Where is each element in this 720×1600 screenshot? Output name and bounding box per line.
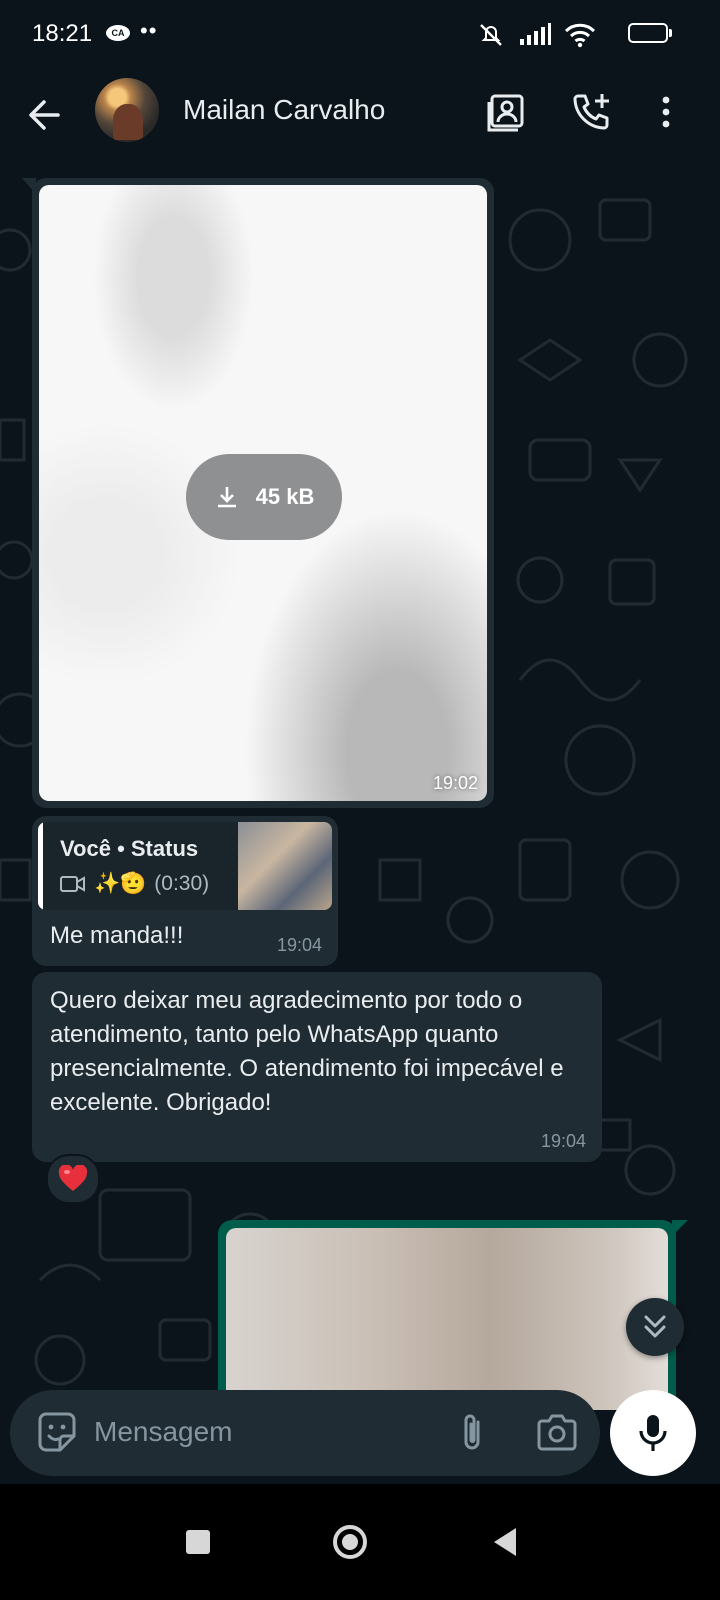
contact-name[interactable]: Mailan Carvalho	[183, 94, 385, 126]
status-time: 18:21	[32, 20, 93, 47]
add-call-icon	[573, 94, 609, 130]
heart-reaction[interactable]	[46, 1154, 100, 1204]
message-time: 19:04	[276, 935, 322, 955]
arrow-left-icon[interactable]	[22, 92, 68, 138]
quote-emoji: ✨🫡	[94, 872, 147, 895]
scroll-to-bottom-button[interactable]	[626, 1298, 684, 1356]
home-icon[interactable]	[328, 1520, 372, 1564]
status-thumbnail	[238, 822, 332, 910]
download-button[interactable]: 45 kB	[186, 454, 342, 540]
blurred-image-preview	[226, 1228, 668, 1410]
message-time: 19:04	[540, 1131, 586, 1151]
camera-icon[interactable]	[534, 1410, 580, 1456]
add-call-button[interactable]	[568, 88, 616, 136]
quote-bar	[38, 822, 43, 910]
message-input[interactable]: Mensagem	[94, 1416, 233, 1448]
avatar[interactable]	[95, 78, 159, 142]
quote-duration: (0:30)	[154, 872, 210, 895]
battery-icon: 62	[628, 23, 668, 43]
contact-card-icon	[487, 94, 524, 132]
voice-record-button[interactable]	[610, 1390, 696, 1476]
outgoing-image-message[interactable]	[218, 1220, 676, 1410]
contact-card-button[interactable]	[484, 88, 532, 136]
wifi-icon	[564, 23, 596, 48]
mic-icon	[639, 1415, 667, 1451]
chat-header: Mailan Carvalho	[0, 70, 720, 160]
quoted-status[interactable]: Você • Status ✨🫡 (0:30)	[38, 822, 332, 910]
heart-icon	[58, 1165, 88, 1191]
more-options-button[interactable]	[642, 88, 690, 136]
sticker-icon[interactable]	[34, 1410, 80, 1456]
mute-icon	[480, 24, 502, 46]
message-time: 19:02	[432, 773, 478, 793]
carrier-icon: CA	[106, 25, 130, 41]
quote-title: Você • Status	[60, 836, 199, 861]
video-icon	[60, 876, 85, 892]
signal-icon	[520, 23, 551, 45]
download-icon	[217, 487, 236, 508]
image-message[interactable]: 45 kB 19:02	[32, 178, 494, 808]
system-nav-bar	[0, 1484, 720, 1600]
notification-dots: ••	[140, 18, 158, 43]
back-nav-icon[interactable]	[484, 1520, 528, 1564]
recents-icon[interactable]	[176, 1520, 220, 1564]
message-input-bar[interactable]: Mensagem	[10, 1390, 600, 1476]
status-bar: 18:21 CA •• 62	[0, 0, 720, 70]
reply-message[interactable]: Você • Status ✨🫡 (0:30) Me manda!!! 19:0…	[32, 816, 338, 966]
more-vert-icon	[662, 96, 670, 128]
message-text: Quero deixar meu agradecimento por todo …	[50, 987, 564, 1116]
chat-area[interactable]: 45 kB 19:02 Você • Status ✨🫡 (0:30) Me m…	[0, 160, 720, 1410]
battery-level: 62	[641, 26, 655, 40]
quote-details: ✨🫡 (0:30)	[60, 872, 209, 896]
text-message[interactable]: Quero deixar meu agradecimento por todo …	[32, 972, 602, 1162]
double-chevron-down-icon	[644, 1315, 666, 1338]
message-text: Me manda!!!	[50, 922, 184, 949]
battery-cap	[669, 29, 672, 37]
paperclip-icon[interactable]	[450, 1410, 496, 1456]
download-size: 45 kB	[255, 484, 315, 509]
